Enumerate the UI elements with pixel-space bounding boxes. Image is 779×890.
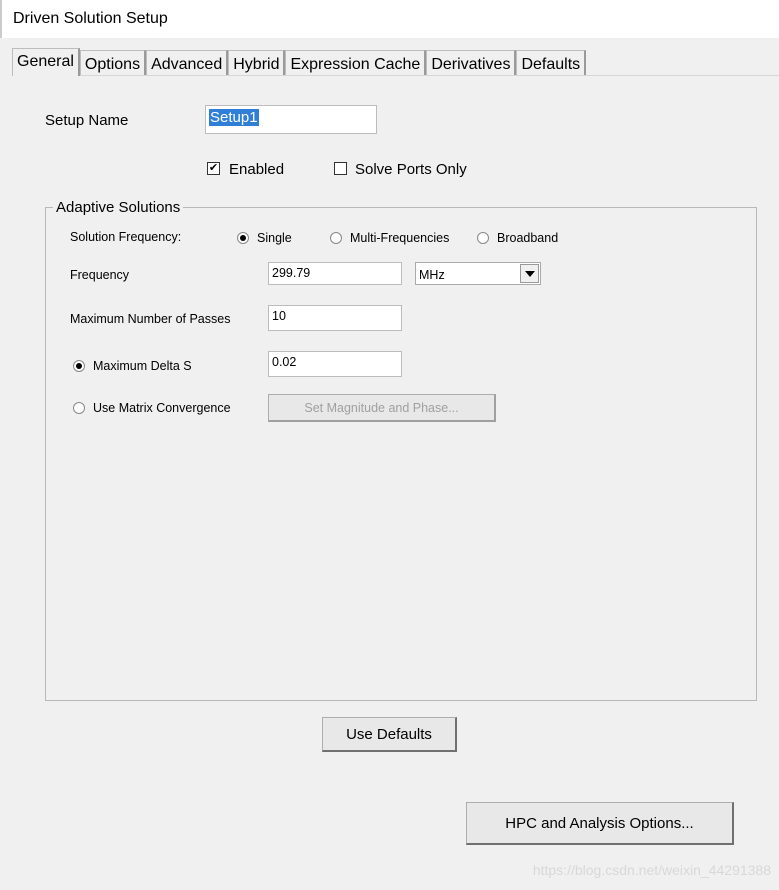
- tab-general[interactable]: General: [12, 48, 80, 76]
- setup-name-label: Setup Name: [45, 112, 129, 129]
- radio-multi-frequencies-label: Multi-Frequencies: [350, 231, 450, 245]
- solution-frequency-label: Solution Frequency:: [70, 230, 182, 244]
- enabled-checkbox[interactable]: ✔: [207, 162, 220, 175]
- max-passes-input[interactable]: 10: [268, 305, 402, 331]
- radio-single[interactable]: [237, 232, 249, 244]
- enabled-label: Enabled: [229, 161, 285, 178]
- tab-advanced[interactable]: Advanced: [146, 50, 229, 76]
- hpc-analysis-options-button[interactable]: HPC and Analysis Options...: [466, 802, 734, 845]
- radio-broadband-label: Broadband: [497, 231, 559, 245]
- tab-divider: [12, 75, 779, 76]
- frequency-input[interactable]: 299.79: [268, 262, 402, 285]
- chevron-down-icon[interactable]: [520, 264, 539, 283]
- setup-name-input[interactable]: Setup1: [205, 105, 377, 134]
- tab-derivatives[interactable]: Derivatives: [426, 50, 517, 76]
- tab-options[interactable]: Options: [79, 50, 147, 76]
- tab-hybrid[interactable]: Hybrid: [228, 50, 286, 76]
- adaptive-solutions-title: Adaptive Solutions: [53, 199, 184, 216]
- frequency-unit-value: MHz: [419, 268, 445, 282]
- max-delta-s-input[interactable]: 0.02: [268, 351, 402, 377]
- frequency-label: Frequency: [70, 268, 130, 282]
- solve-ports-only-label: Solve Ports Only: [355, 161, 467, 178]
- radio-matrix-convergence[interactable]: [73, 402, 85, 414]
- max-passes-label: Maximum Number of Passes: [70, 312, 231, 326]
- radio-max-delta-s[interactable]: [73, 360, 85, 372]
- frequency-unit-select[interactable]: MHz: [415, 262, 541, 285]
- radio-multi-frequencies[interactable]: [330, 232, 342, 244]
- window-title: Driven Solution Setup: [13, 10, 168, 27]
- max-delta-s-label: Maximum Delta S: [93, 359, 192, 373]
- use-defaults-button[interactable]: Use Defaults: [322, 717, 457, 752]
- setup-name-value: Setup1: [209, 109, 259, 126]
- tab-bar: General Options Advanced Hybrid Expressi…: [12, 48, 587, 76]
- watermark: https://blog.csdn.net/weixin_44291388: [532, 862, 771, 878]
- radio-broadband[interactable]: [477, 232, 489, 244]
- tab-expression-cache[interactable]: Expression Cache: [285, 50, 427, 76]
- set-magnitude-phase-button[interactable]: Set Magnitude and Phase...: [268, 394, 496, 422]
- matrix-convergence-label: Use Matrix Convergence: [93, 401, 231, 415]
- solve-ports-only-checkbox[interactable]: [334, 162, 347, 175]
- title-bar: Driven Solution Setup: [0, 0, 779, 38]
- tab-defaults[interactable]: Defaults: [516, 50, 587, 76]
- radio-single-label: Single: [257, 231, 292, 245]
